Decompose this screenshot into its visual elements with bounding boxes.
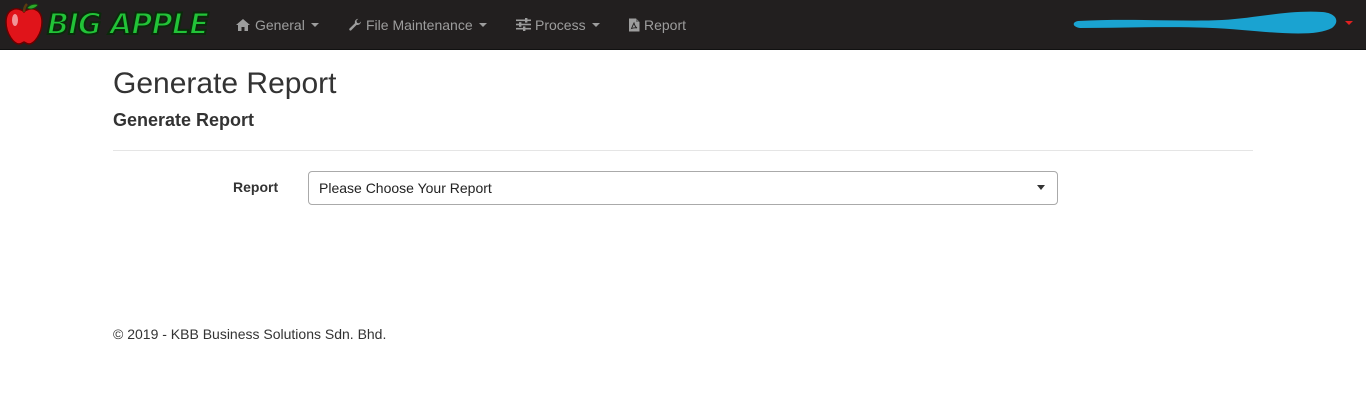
report-select-value: Please Choose Your Report: [319, 180, 492, 196]
chevron-down-icon: [310, 22, 319, 27]
nav-report[interactable]: Report: [628, 0, 686, 49]
chevron-down-icon: [478, 22, 487, 27]
nav-report-label: Report: [644, 16, 687, 33]
sliders-icon: [516, 18, 531, 31]
chevron-down-icon: [591, 22, 600, 27]
nav-file-maintenance-label: File Maintenance: [366, 16, 473, 33]
user-menu[interactable]: [1072, 8, 1358, 38]
nav-general[interactable]: General: [235, 0, 319, 49]
apple-icon: [5, 3, 43, 45]
nav-general-label: General: [255, 16, 305, 33]
brand-logo[interactable]: BIG APPLE: [4, 2, 216, 46]
wrench-icon: [349, 18, 362, 31]
chevron-down-icon: [1345, 21, 1353, 25]
nav-process[interactable]: Process: [516, 0, 600, 49]
footer-copyright: © 2019 - KBB Business Solutions Sdn. Bhd…: [113, 326, 387, 342]
top-navbar: BIG APPLE General File Maintenance Proce…: [0, 0, 1366, 50]
report-label: Report: [233, 179, 279, 195]
page-subtitle: Generate Report: [113, 110, 255, 130]
nav-process-label: Process: [535, 16, 586, 33]
report-select[interactable]: Please Choose Your Report: [308, 171, 1058, 205]
file-pdf-icon: [629, 18, 640, 31]
chevron-down-icon: [1037, 185, 1045, 190]
home-icon: [236, 18, 250, 31]
page-title: Generate Report: [113, 67, 337, 100]
brand-name: BIG APPLE: [46, 6, 210, 42]
divider: [113, 150, 1253, 151]
nav-file-maintenance[interactable]: File Maintenance: [348, 0, 487, 49]
redacted-username: [1073, 11, 1337, 34]
